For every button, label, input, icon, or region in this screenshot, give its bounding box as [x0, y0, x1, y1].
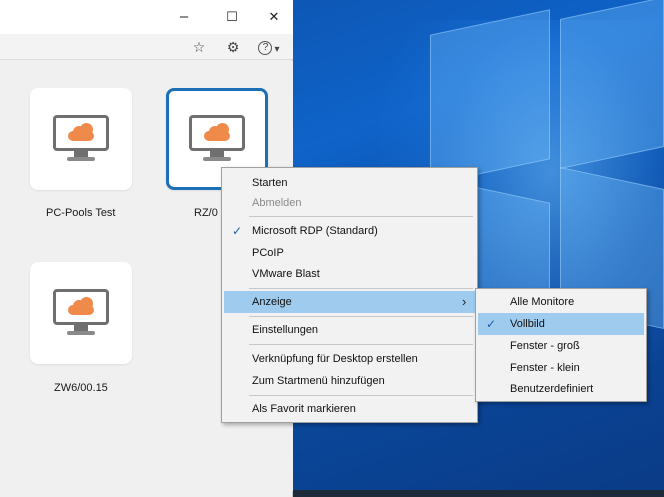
- menu-item-startmenu[interactable]: Zum Startmenü hinzufügen: [224, 370, 475, 392]
- display-submenu: Alle Monitore ✓ Vollbild Fenster - groß F…: [475, 288, 647, 402]
- menu-separator: [249, 288, 473, 289]
- menu-item-logout: Abmelden: [252, 197, 302, 209]
- desktop-tile[interactable]: [30, 262, 132, 364]
- star-icon[interactable]: ☆: [188, 37, 210, 57]
- tile-label: RZ/0: [194, 207, 218, 219]
- menu-separator: [249, 316, 473, 317]
- menu-item-rdp[interactable]: ✓ Microsoft RDP (Standard): [224, 220, 475, 242]
- help-menu-button[interactable]: ? ▾: [256, 37, 282, 57]
- toolbar: ☆ ⚙ ? ▾: [0, 34, 293, 60]
- menu-item-settings[interactable]: Einstellungen: [224, 319, 475, 341]
- menu-separator: [249, 344, 473, 345]
- cloud-icon: [68, 123, 94, 141]
- submenu-item-all-monitors[interactable]: Alle Monitore: [478, 291, 644, 313]
- close-button[interactable]: ✕: [262, 6, 286, 28]
- submenu-item-window-large[interactable]: Fenster - groß: [478, 335, 644, 357]
- menu-item-shortcut[interactable]: Verknüpfung für Desktop erstellen: [224, 348, 475, 370]
- cloud-icon: [204, 123, 230, 141]
- desktop-tile[interactable]: [30, 88, 132, 190]
- windows-logo-pane: [430, 9, 550, 185]
- maximize-button[interactable]: ☐: [220, 6, 244, 28]
- menu-item-favorite[interactable]: Als Favorit markieren: [224, 398, 475, 420]
- menu-item-pcoip[interactable]: PCoIP: [224, 242, 475, 264]
- chevron-down-icon: ▾: [274, 44, 280, 55]
- tile-label: ZW6/00.15: [54, 382, 108, 394]
- context-menu: Starten Abmelden ✓ Microsoft RDP (Standar…: [221, 167, 478, 423]
- menu-separator: [249, 216, 473, 217]
- submenu-item-custom[interactable]: Benutzerdefiniert: [478, 378, 644, 400]
- menu-item-start[interactable]: Starten: [224, 172, 475, 194]
- monitor-icon: [189, 115, 245, 163]
- submenu-item-fullscreen[interactable]: ✓ Vollbild: [478, 313, 644, 335]
- check-icon: ✓: [232, 224, 243, 238]
- monitor-icon: [53, 289, 109, 337]
- menu-item-display[interactable]: Anzeige ›: [224, 291, 475, 313]
- submenu-item-window-small[interactable]: Fenster - klein: [478, 357, 644, 379]
- menu-item-blast[interactable]: VMware Blast: [224, 263, 475, 285]
- monitor-icon: [53, 115, 109, 163]
- minimize-button[interactable]: –: [172, 6, 196, 28]
- help-icon: ?: [258, 41, 273, 56]
- menu-separator: [249, 395, 473, 396]
- windows-logo-pane: [560, 0, 664, 170]
- chevron-right-icon: ›: [462, 294, 467, 309]
- gear-icon[interactable]: ⚙: [222, 37, 244, 57]
- tile-label: PC-Pools Test: [46, 207, 116, 219]
- title-bar: – ☐ ✕: [0, 0, 293, 34]
- check-icon: ✓: [486, 317, 497, 331]
- cloud-icon: [68, 297, 94, 315]
